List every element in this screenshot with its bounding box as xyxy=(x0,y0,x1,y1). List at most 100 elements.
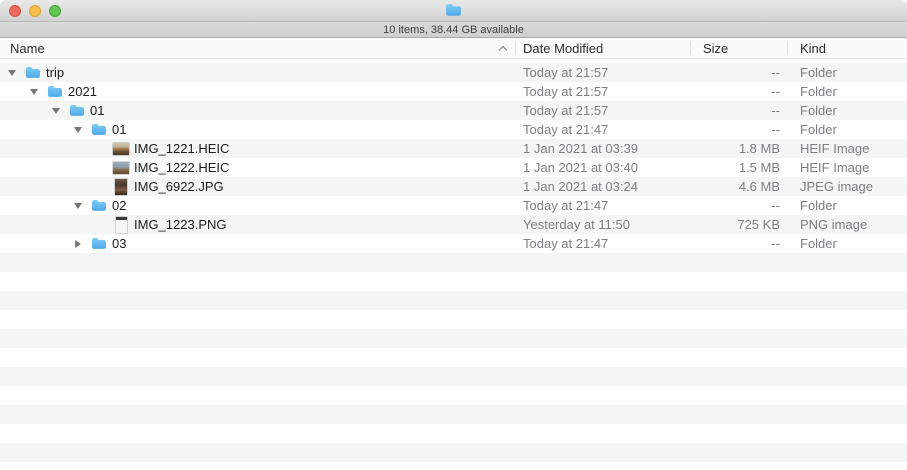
folder-icon xyxy=(47,85,63,98)
file-name: 03 xyxy=(112,236,126,251)
icon-box xyxy=(91,237,107,250)
icon-box xyxy=(91,123,107,136)
kind-cell: Folder xyxy=(787,63,907,82)
status-bar: 10 items, 38.44 GB available xyxy=(0,22,907,38)
folder-icon xyxy=(91,123,107,136)
size-cell: -- xyxy=(690,82,787,101)
date-modified-cell: Today at 21:47 xyxy=(515,196,690,215)
size-cell: 1.5 MB xyxy=(690,158,787,177)
icon-box xyxy=(113,179,129,195)
column-header-date-modified[interactable]: Date Modified xyxy=(515,38,690,58)
disclosure-slot xyxy=(71,127,85,133)
status-text: 10 items, 38.44 GB available xyxy=(383,24,524,36)
file-name: 02 xyxy=(112,198,126,213)
name-cell: IMG_1222.HEIC xyxy=(0,158,515,177)
column-header-size[interactable]: Size xyxy=(690,38,787,58)
kind-cell: Folder xyxy=(787,196,907,215)
disclosure-triangle-collapsed-icon[interactable] xyxy=(75,240,81,248)
icon-box xyxy=(47,85,63,98)
kind-cell: HEIF Image xyxy=(787,139,907,158)
screenshot-thumbnail-icon xyxy=(116,217,127,233)
size-cell: 1.8 MB xyxy=(690,139,787,158)
name-cell: 01 xyxy=(0,120,515,139)
column-label: Date Modified xyxy=(523,41,603,56)
sort-ascending-icon xyxy=(499,46,507,54)
column-header-name[interactable]: Name xyxy=(0,38,515,58)
file-row[interactable]: 2021 Today at 21:57 -- Folder xyxy=(0,82,907,101)
kind-cell: Folder xyxy=(787,82,907,101)
kind-cell: Folder xyxy=(787,101,907,120)
file-row[interactable]: IMG_1223.PNG Yesterday at 11:50 725 KB P… xyxy=(0,215,907,234)
disclosure-slot xyxy=(71,240,85,248)
disclosure-triangle-expanded-icon[interactable] xyxy=(74,203,82,209)
date-modified-cell: Today at 21:47 xyxy=(515,234,690,253)
column-label: Size xyxy=(703,41,728,56)
file-list: trip Today at 21:57 -- Folder 2021 Today… xyxy=(0,59,907,467)
finder-window: 10 items, 38.44 GB available Name Date M… xyxy=(0,0,907,470)
kind-cell: JPEG image xyxy=(787,177,907,196)
kind-cell: Folder xyxy=(787,234,907,253)
file-row[interactable]: 03 Today at 21:47 -- Folder xyxy=(0,234,907,253)
name-cell: 2021 xyxy=(0,82,515,101)
file-row[interactable]: 02 Today at 21:47 -- Folder xyxy=(0,196,907,215)
icon-box xyxy=(25,66,41,79)
icon-box xyxy=(91,199,107,212)
disclosure-slot xyxy=(5,70,19,76)
tree-indent xyxy=(5,148,93,149)
folder-icon xyxy=(69,104,85,117)
folder-icon xyxy=(91,237,107,250)
name-cell: IMG_6922.JPG xyxy=(0,177,515,196)
date-modified-cell: Today at 21:57 xyxy=(515,82,690,101)
size-cell: 4.6 MB xyxy=(690,177,787,196)
kind-cell: PNG image xyxy=(787,215,907,234)
tree-indent xyxy=(5,110,49,111)
disclosure-triangle-expanded-icon[interactable] xyxy=(52,108,60,114)
size-cell: -- xyxy=(690,63,787,82)
tree-indent xyxy=(5,205,71,206)
photo-thumbnail-icon xyxy=(113,143,129,155)
file-name: IMG_6922.JPG xyxy=(134,179,224,194)
icon-box xyxy=(69,104,85,117)
column-label: Name xyxy=(10,41,45,56)
size-cell: 725 KB xyxy=(690,215,787,234)
size-cell: -- xyxy=(690,196,787,215)
icon-box xyxy=(113,217,129,233)
file-name: 01 xyxy=(112,122,126,137)
disclosure-triangle-expanded-icon[interactable] xyxy=(8,70,16,76)
empty-rows-area xyxy=(0,253,907,467)
date-modified-cell: Today at 21:57 xyxy=(515,63,690,82)
disclosure-triangle-expanded-icon[interactable] xyxy=(30,89,38,95)
date-modified-cell: 1 Jan 2021 at 03:24 xyxy=(515,177,690,196)
file-row[interactable]: IMG_1221.HEIC 1 Jan 2021 at 03:39 1.8 MB… xyxy=(0,139,907,158)
disclosure-triangle-expanded-icon[interactable] xyxy=(74,127,82,133)
tree-indent xyxy=(5,243,71,244)
file-row[interactable]: 01 Today at 21:57 -- Folder xyxy=(0,101,907,120)
name-cell: 01 xyxy=(0,101,515,120)
name-cell: 02 xyxy=(0,196,515,215)
tree-indent xyxy=(5,167,93,168)
date-modified-cell: Yesterday at 11:50 xyxy=(515,215,690,234)
tree-indent xyxy=(5,186,93,187)
size-cell: -- xyxy=(690,120,787,139)
tree-indent xyxy=(5,91,27,92)
date-modified-cell: Today at 21:57 xyxy=(515,101,690,120)
file-name: IMG_1222.HEIC xyxy=(134,160,229,175)
folder-icon xyxy=(91,199,107,212)
column-label: Kind xyxy=(800,41,826,56)
file-name: IMG_1223.PNG xyxy=(134,217,227,232)
disclosure-slot xyxy=(27,89,41,95)
file-row[interactable]: IMG_6922.JPG 1 Jan 2021 at 03:24 4.6 MB … xyxy=(0,177,907,196)
folder-icon xyxy=(25,66,41,79)
photo-thumbnail-icon xyxy=(113,162,129,174)
column-header-kind[interactable]: Kind xyxy=(787,38,907,58)
size-cell: -- xyxy=(690,101,787,120)
file-row[interactable]: IMG_1222.HEIC 1 Jan 2021 at 03:40 1.5 MB… xyxy=(0,158,907,177)
window-proxy-folder-icon xyxy=(0,3,907,17)
file-row[interactable]: 01 Today at 21:47 -- Folder xyxy=(0,120,907,139)
icon-box xyxy=(113,143,129,155)
file-name: IMG_1221.HEIC xyxy=(134,141,229,156)
title-bar[interactable] xyxy=(0,0,907,22)
name-cell: trip xyxy=(0,63,515,82)
tree-indent xyxy=(5,129,71,130)
file-row[interactable]: trip Today at 21:57 -- Folder xyxy=(0,63,907,82)
